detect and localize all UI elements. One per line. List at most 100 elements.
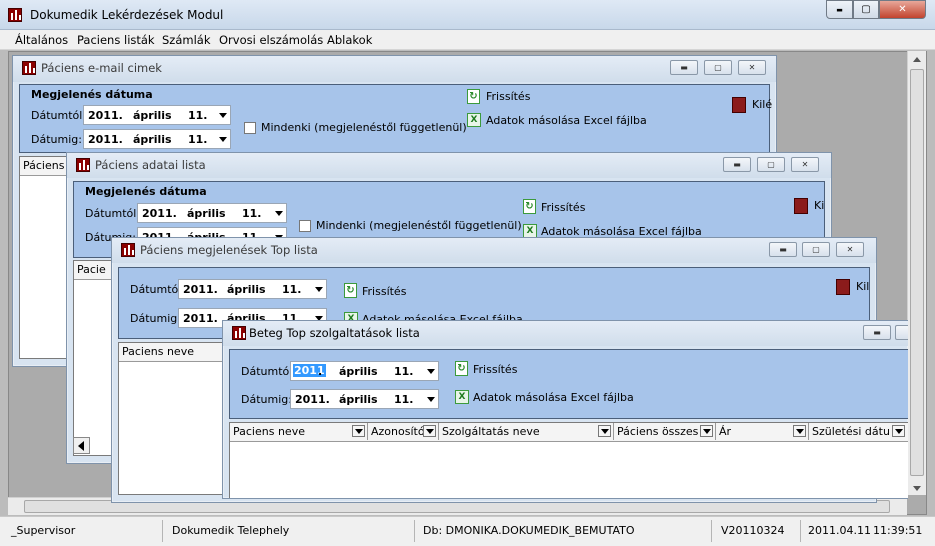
from-label: Dátumtól: <box>85 207 141 220</box>
to-label: Dátumig: <box>241 393 292 406</box>
chevron-down-icon[interactable] <box>700 425 713 437</box>
exit-button[interactable]: Kilé <box>752 98 772 111</box>
to-label: Dátumig: <box>130 312 181 325</box>
exit-icon[interactable] <box>732 97 746 113</box>
refresh-icon[interactable]: ↻ <box>455 361 468 376</box>
exit-button[interactable]: Ki <box>814 199 824 212</box>
menu-paciens-listak[interactable]: Paciens listák <box>77 33 155 47</box>
window-email-minimize[interactable]: ▬ <box>670 60 698 75</box>
section-title: Megjelenés dátuma <box>85 185 207 198</box>
menu-bar: Általános Paciens listák Számlák Orvosi … <box>0 30 935 50</box>
maximize-button[interactable]: ▢ <box>853 0 879 19</box>
window-top-minimize[interactable]: ▬ <box>769 242 797 257</box>
status-bar: _Supervisor Dokumedik Telephely Db: DMON… <box>0 516 935 546</box>
chevron-down-icon <box>219 113 227 118</box>
excel-export-button[interactable]: Adatok másolása Excel fájlba <box>486 114 647 127</box>
chevron-down-icon <box>427 369 435 374</box>
window-adatai-close[interactable]: ✕ <box>791 157 819 172</box>
menu-orvosi-elszamolas[interactable]: Orvosi elszámolás <box>219 33 323 47</box>
window-top-maximize[interactable]: ▢ <box>802 242 830 257</box>
window-beteg-title: Beteg Top szolgaltatások lista <box>249 326 420 340</box>
grid-column-paciens-osszesen[interactable]: Páciens összesen <box>614 423 716 440</box>
status-time: 11:39:51 <box>873 524 923 537</box>
from-date-picker[interactable]: 2011 . április 11. <box>290 361 439 381</box>
window-beteg-maximize[interactable] <box>895 325 908 340</box>
exit-button[interactable]: Kil <box>856 280 869 293</box>
grid-column-szolgaltatas-neve[interactable]: Szolgáltatás neve <box>439 423 614 440</box>
to-date-picker[interactable]: 2011.április11. <box>290 389 439 409</box>
menu-szamlak[interactable]: Számlák <box>162 33 211 47</box>
chevron-down-icon <box>427 397 435 402</box>
window-email-close[interactable]: ✕ <box>738 60 766 75</box>
window-top-titlebar[interactable]: Páciens megjelenések Top lista ▬ ▢ ✕ <box>112 238 876 263</box>
exit-icon[interactable] <box>794 198 808 214</box>
window-adatai-maximize[interactable]: ▢ <box>757 157 785 172</box>
refresh-button[interactable]: Frissítés <box>473 363 517 376</box>
excel-export-button[interactable]: Adatok másolása Excel fájlba <box>473 391 634 404</box>
refresh-icon[interactable]: ↻ <box>523 199 536 214</box>
chevron-down-icon <box>219 137 227 142</box>
chevron-down-icon[interactable] <box>423 425 436 437</box>
window-adatai-title: Páciens adatai lista <box>95 158 206 172</box>
window-beteg-minimize[interactable]: ▬ <box>863 325 891 340</box>
from-label: Dátumtól: <box>130 283 186 296</box>
status-site: Dokumedik Telephely <box>172 524 290 537</box>
window-beteg-grid: Paciens neve Azonosító Szolgáltatás neve… <box>229 422 908 498</box>
from-date-picker[interactable]: 2011. április 11. <box>137 203 287 223</box>
minimize-button[interactable]: ▬ <box>826 0 853 19</box>
from-label: Dátumtól: <box>241 365 297 378</box>
menu-altalanos[interactable]: Általános <box>15 33 68 47</box>
chevron-down-icon <box>315 287 323 292</box>
grid-column-szuletesi-datum[interactable]: Születési dátum <box>809 423 909 440</box>
window-email-title: Páciens e-mail cimek <box>41 61 162 75</box>
section-title: Megjelenés dátuma <box>31 88 153 101</box>
everyone-checkbox[interactable] <box>244 122 256 134</box>
app-title: Dokumedik Lekérdezések Modul <box>30 8 224 22</box>
close-button[interactable]: ✕ <box>879 0 926 19</box>
vscroll-thumb[interactable] <box>910 69 924 476</box>
refresh-button[interactable]: Frissítés <box>486 90 530 103</box>
everyone-checkbox[interactable] <box>299 220 311 232</box>
chevron-down-icon[interactable] <box>352 425 365 437</box>
excel-icon[interactable]: X <box>467 113 481 127</box>
app-icon <box>8 8 22 22</box>
window-icon <box>76 158 90 172</box>
window-email-filter-panel: Megjelenés dátuma Dátumtól: 2011. április… <box>19 84 772 153</box>
status-date: 2011.04.11 <box>808 524 871 537</box>
window-icon <box>232 326 246 340</box>
window-email-maximize[interactable]: ▢ <box>704 60 732 75</box>
grid-hscroll-left-button[interactable] <box>73 437 90 454</box>
menu-ablakok[interactable]: Ablakok <box>327 33 372 47</box>
grid-column-paciens-neve[interactable]: Paciens neve <box>230 423 368 440</box>
refresh-icon[interactable]: ↻ <box>344 283 357 298</box>
window-beteg-titlebar[interactable]: Beteg Top szolgaltatások lista ▬ <box>223 321 908 346</box>
refresh-button[interactable]: Frissítés <box>362 285 406 298</box>
window-adatai-minimize[interactable]: ▬ <box>723 157 751 172</box>
from-date-picker[interactable]: 2011. április 11. <box>83 105 231 125</box>
from-label: Dátumtól: <box>31 109 87 122</box>
excel-icon[interactable]: X <box>455 390 469 404</box>
grid-column-azonosito[interactable]: Azonosító <box>368 423 439 440</box>
window-adatai-titlebar[interactable]: Páciens adatai lista ▬ ▢ ✕ <box>67 153 831 178</box>
to-date-picker[interactable]: 2011.április11. <box>83 129 231 149</box>
mdi-vertical-scrollbar[interactable] <box>907 51 926 495</box>
window-beteg: Beteg Top szolgaltatások lista ▬ Dátumtó… <box>222 320 908 499</box>
to-label: Dátumig: <box>31 133 82 146</box>
refresh-icon[interactable]: ↻ <box>467 89 480 104</box>
exit-icon[interactable] <box>836 279 850 295</box>
chevron-down-icon <box>275 211 283 216</box>
excel-icon[interactable]: X <box>523 224 537 238</box>
grid-column-header[interactable]: Paciens neve <box>119 343 224 360</box>
app-title-bar: Dokumedik Lekérdezések Modul ▬ ▢ ✕ <box>0 0 935 30</box>
window-top-close[interactable]: ✕ <box>836 242 864 257</box>
window-top-title: Páciens megjelenések Top lista <box>140 243 318 257</box>
from-date-picker[interactable]: 2011. április 11. <box>178 279 327 299</box>
chevron-down-icon[interactable] <box>793 425 806 437</box>
chevron-down-icon[interactable] <box>892 425 905 437</box>
grid-column-ar[interactable]: Ár <box>716 423 809 440</box>
window-email-titlebar[interactable]: Páciens e-mail cimek ▬ ▢ ✕ <box>13 56 776 82</box>
status-user: _Supervisor <box>11 524 76 537</box>
refresh-button[interactable]: Frissítés <box>541 201 585 214</box>
chevron-down-icon[interactable] <box>598 425 611 437</box>
window-icon <box>22 61 36 75</box>
